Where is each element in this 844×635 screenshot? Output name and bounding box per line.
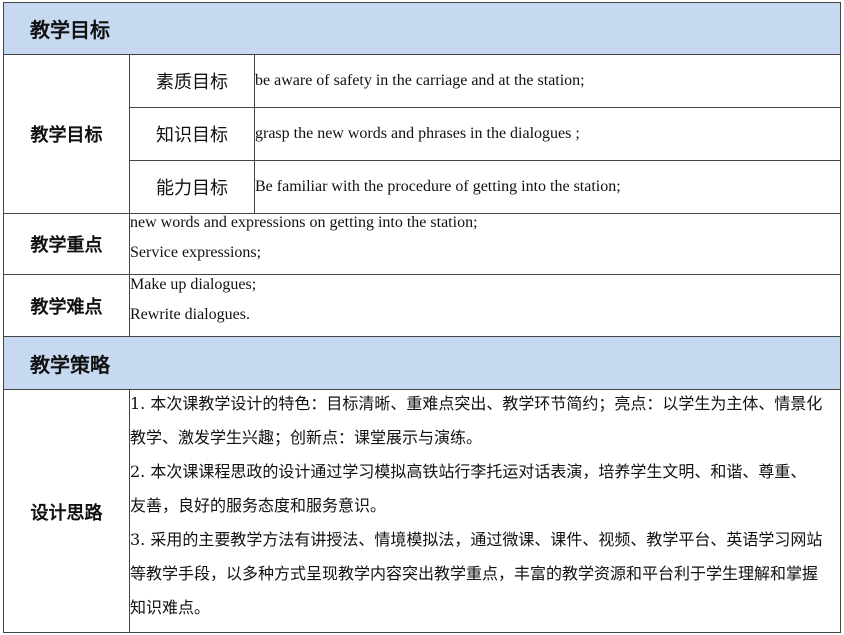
objective-name-ability: 能力目标 [130,161,255,213]
difficulties-label: 教学难点 [4,275,130,336]
objectives-row: 教学目标 素质目标 be aware of safety in the carr… [3,54,841,213]
section-header-objectives: 教学目标 [3,2,841,54]
design-line: 3. 采用的主要教学方法有讲授法、情境模拟法，通过微课、课件、视频、教学平台、英… [130,530,823,549]
objectives-label: 教学目标 [4,55,130,213]
design-line: 2. 本次课课程思政的设计通过学习模拟高铁站行李托运对话表演，培养学生文明、和谐… [130,462,807,481]
section-header-objectives-text: 教学目标 [30,18,110,42]
objective-text: grasp the new words and phrases in the d… [255,125,580,142]
key-points-row: 教学重点 new words and expressions on gettin… [3,213,841,274]
objective-text: be aware of safety in the carriage and a… [255,72,585,89]
lesson-plan-table: 教学目标 教学目标 素质目标 be aware of safety in the… [0,0,844,635]
objective-text-quality: be aware of safety in the carriage and a… [255,55,840,108]
key-point-line: Service expressions; [130,244,262,261]
difficulties-label-text: 教学难点 [30,296,103,318]
section-header-strategy-text: 教学策略 [30,352,110,377]
design-label: 设计思路 [4,390,130,633]
design-line: 知识难点。 [130,598,211,617]
objective-name-text: 知识目标 [156,125,228,146]
difficulties-content: Make up dialogues; Rewrite dialogues. [130,270,838,330]
objective-text-knowledge: grasp the new words and phrases in the d… [255,108,840,161]
objective-name-text: 素质目标 [156,72,228,93]
objective-name-quality: 素质目标 [130,55,255,108]
key-points-label: 教学重点 [4,214,130,274]
section-header-strategy: 教学策略 [3,336,841,389]
design-content: 1. 本次课教学设计的特色：目标清晰、重难点突出、教学环节简约；亮点：以学生为主… [130,387,842,625]
difficulties-row: 教学难点 Make up dialogues; Rewrite dialogue… [3,274,841,336]
objective-text-ability: Be familiar with the procedure of gettin… [255,161,840,213]
design-line: 教学、激发学生兴趣；创新点：课堂展示与演练。 [130,428,483,447]
key-points-label-text: 教学重点 [30,235,103,256]
key-points-content: new words and expressions on getting int… [130,208,838,268]
objective-text: Be familiar with the procedure of gettin… [255,178,621,195]
design-line: 友善，良好的服务态度和服务意识。 [130,496,387,515]
design-line: 等教学手段，以多种方式呈现教学内容突出教学重点，丰富的教学资源和平台利于学生理解… [130,564,819,583]
design-line: 1. 本次课教学设计的特色：目标清晰、重难点突出、教学环节简约；亮点：以学生为主… [130,394,823,413]
objective-name-text: 能力目标 [156,178,228,199]
design-row: 设计思路 1. 本次课教学设计的特色：目标清晰、重难点突出、教学环节简约；亮点：… [3,389,841,633]
objectives-label-text: 教学目标 [30,125,103,146]
key-point-line: new words and expressions on getting int… [130,214,478,231]
objective-name-knowledge: 知识目标 [130,108,255,161]
difficulty-line: Make up dialogues; [130,276,257,293]
difficulty-line: Rewrite dialogues. [130,306,250,323]
design-label-text: 设计思路 [30,502,103,524]
table-bottom-border [3,632,841,633]
